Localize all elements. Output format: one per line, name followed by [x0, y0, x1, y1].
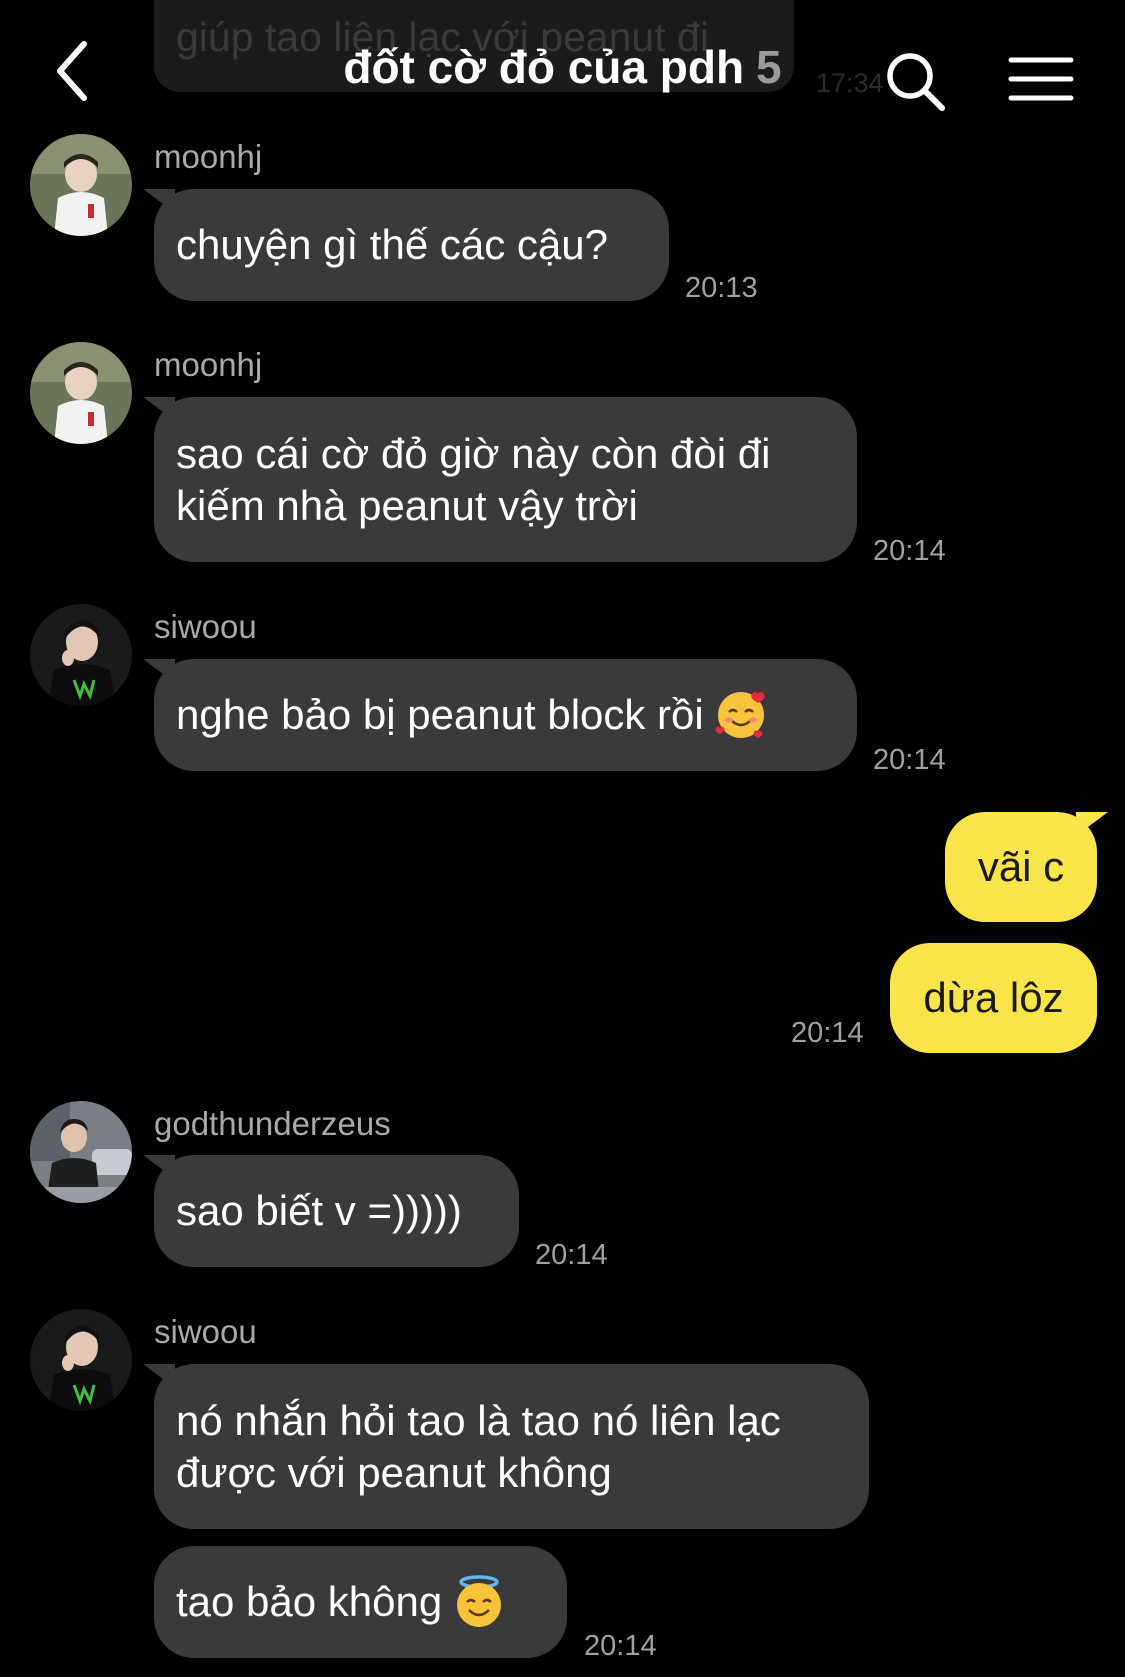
message-bubble[interactable]: sao biết v =)))))	[143, 1155, 519, 1267]
my-message-bubble[interactable]: vãi c	[945, 812, 1108, 922]
avatar-godthunderzeus[interactable]	[30, 1101, 132, 1203]
my-message-bubble[interactable]: dừa lôz	[890, 943, 1097, 1053]
sender-name: siwoou	[154, 1313, 257, 1350]
sender-name: moonhj	[154, 138, 263, 175]
message-time: 20:14	[791, 1017, 864, 1049]
message-bubble[interactable]: sao cái cờ đỏ giờ này còn đòi đi kiếm nh…	[143, 397, 857, 562]
search-button[interactable]	[884, 50, 948, 114]
chevron-left-icon	[57, 41, 87, 101]
message-time: 20:14	[584, 1630, 657, 1662]
message-time: 20:13	[685, 272, 758, 304]
avatar-siwoou[interactable]	[30, 604, 132, 706]
search-icon	[887, 53, 945, 111]
chat-header: đốt cờ đỏ của pdh 5	[0, 0, 1125, 140]
message-bubble[interactable]: tao bảo không	[154, 1546, 567, 1658]
message-time: 20:14	[873, 535, 946, 567]
avatar-moonhj[interactable]	[30, 134, 132, 236]
avatar-siwoou[interactable]	[30, 1309, 132, 1411]
sender-name: moonhj	[154, 346, 263, 383]
member-count[interactable]: 5	[756, 41, 782, 93]
avatar-moonhj[interactable]	[30, 342, 132, 444]
sender-name: godthunderzeus	[154, 1105, 391, 1142]
message-text: nghe bảo bị peanut block rồi	[176, 691, 704, 738]
message-time: 20:14	[873, 744, 946, 776]
message-bubble[interactable]: nó nhắn hỏi tao là tao nó liên lạc được …	[143, 1364, 869, 1529]
chat-title[interactable]: đốt cờ đỏ của pdh	[343, 41, 744, 93]
sender-name: siwoou	[154, 608, 257, 645]
menu-button[interactable]	[1008, 54, 1074, 104]
smiling-face-with-hearts-emoji	[715, 692, 765, 738]
back-button[interactable]	[46, 36, 106, 106]
message-bubble[interactable]: nghe bảo bị peanut block rồi	[143, 659, 857, 771]
message-text: tao bảo không	[176, 1578, 443, 1625]
smiling-face-with-halo-emoji	[457, 1575, 502, 1627]
message-time: 20:14	[535, 1239, 608, 1271]
message-bubble[interactable]: chuyện gì thế các cậu?	[143, 189, 669, 301]
chat-title-bar: đốt cờ đỏ của pdh 5	[0, 40, 1125, 94]
hamburger-menu-icon	[1008, 57, 1074, 101]
